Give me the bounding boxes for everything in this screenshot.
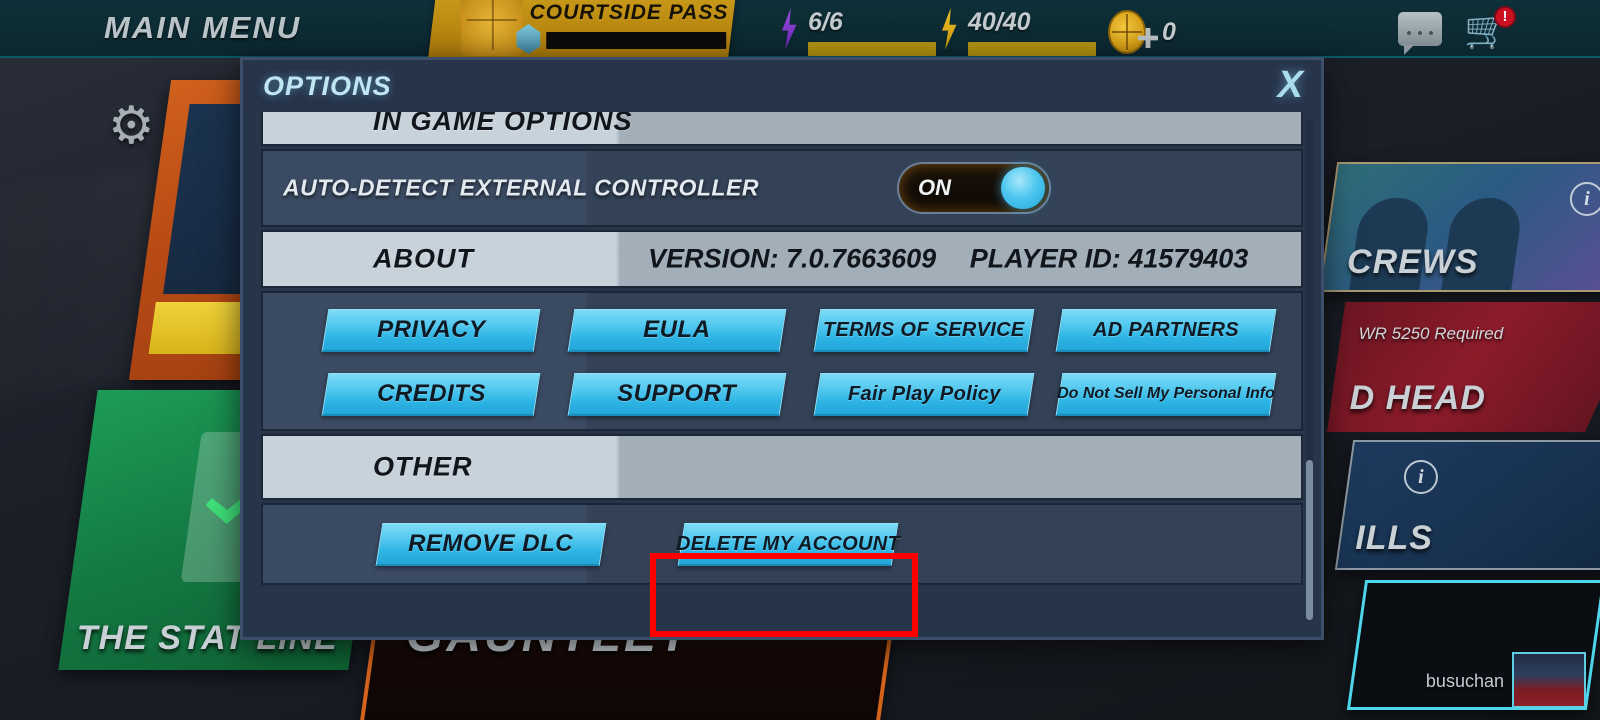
version-label: VERSION: 7.0.7663609 <box>648 243 937 274</box>
link-button-ad-partners[interactable]: AD PARTNERS <box>1055 309 1277 352</box>
energy-purple-value: 6/6 <box>808 8 843 36</box>
background-card-crews[interactable]: CREWS i <box>1318 162 1600 292</box>
courtside-pass-progress <box>546 32 727 49</box>
page-title: MAIN MENU <box>104 10 302 45</box>
options-dialog: OPTIONS X IN GAME OPTIONS AUTO-DETECT EX… <box>240 57 1324 640</box>
bolt-purple-icon <box>781 8 797 50</box>
player-id-label: PLAYER ID: 41579403 <box>969 243 1249 274</box>
courtside-pass-banner[interactable]: COURTSIDE PASS <box>428 0 736 58</box>
energy-gold-bar <box>968 42 1096 56</box>
card-label-crews: CREWS <box>1347 243 1479 281</box>
section-header-about: ABOUT VERSION: 7.0.7663609 PLAYER ID: 41… <box>261 230 1303 288</box>
energy-gold-meter[interactable]: 40/40 <box>938 8 1096 56</box>
action-button-remove-dlc[interactable]: REMOVE DLC <box>375 523 607 566</box>
card-label-head: D HEAD <box>1349 379 1486 417</box>
energy-purple-bar <box>808 42 936 56</box>
coin-icon <box>1108 10 1146 54</box>
link-button-terms-of-service[interactable]: TERMS OF SERVICE <box>813 309 1035 352</box>
setting-row-auto-detect-controller: AUTO-DETECT EXTERNAL CONTROLLER ON <box>261 149 1303 227</box>
toggle-auto-detect-controller[interactable]: ON <box>897 162 1051 214</box>
chat-dots-icon <box>1406 31 1434 35</box>
button-label: SUPPORT <box>617 380 737 407</box>
button-label: EULA <box>643 316 711 343</box>
legal-links-panel: PRIVACY EULA TERMS OF SERVICE AD PARTNERS CR… <box>261 291 1303 431</box>
section-header-in-game-options: IN GAME OPTIONS <box>261 112 1303 146</box>
close-icon[interactable]: X <box>1278 64 1303 107</box>
info-icon-skills[interactable]: i <box>1403 460 1438 494</box>
scrollbar-thumb[interactable] <box>1306 460 1313 620</box>
coin-value: 0 <box>1162 17 1176 46</box>
dialog-body: IN GAME OPTIONS AUTO-DETECT EXTERNAL CON… <box>261 112 1303 634</box>
background-card-head[interactable]: WR 5250 Required D HEAD <box>1327 302 1600 432</box>
button-label: TERMS OF SERVICE <box>823 318 1025 341</box>
section-label-in-game-options: IN GAME OPTIONS <box>373 112 633 136</box>
section-label-about: ABOUT <box>373 243 474 274</box>
gear-icon[interactable]: ⚙ <box>108 100 160 152</box>
link-button-privacy[interactable]: PRIVACY <box>321 309 541 352</box>
player-name: busuchan <box>1425 671 1504 691</box>
button-label: REMOVE DLC <box>408 530 574 557</box>
button-label: DELETE MY ACCOUNT <box>676 532 901 555</box>
link-button-fair-play-policy[interactable]: Fair Play Policy <box>813 373 1035 416</box>
section-label-other: OTHER <box>373 451 473 482</box>
setting-label-auto-detect-controller: AUTO-DETECT EXTERNAL CONTROLLER <box>283 174 759 201</box>
card-label-skills: ILLS <box>1355 519 1433 557</box>
other-actions-panel: REMOVE DLC DELETE MY ACCOUNT <box>261 503 1303 585</box>
button-label: Do Not Sell My Personal Info <box>1057 385 1275 402</box>
basketball-icon <box>460 0 523 56</box>
button-label: AD PARTNERS <box>1093 318 1240 341</box>
top-status-bar: MAIN MENU COURTSIDE PASS 6/6 40/40 0 🛒 ! <box>0 0 1600 58</box>
courtside-pass-label: COURTSIDE PASS <box>529 1 729 24</box>
button-label: CREDITS <box>376 380 486 407</box>
button-label: PRIVACY <box>376 316 486 343</box>
info-icon-crews[interactable]: i <box>1569 182 1600 216</box>
button-label: Fair Play Policy <box>847 382 1001 405</box>
background-card-skills[interactable]: ILLS i <box>1334 440 1600 570</box>
about-values: VERSION: 7.0.7663609 PLAYER ID: 41579403 <box>648 244 1274 275</box>
bolt-gold-icon <box>941 8 957 50</box>
link-button-eula[interactable]: EULA <box>567 309 787 352</box>
chat-bubble-icon[interactable] <box>1398 12 1442 55</box>
card-requirement-label: WR 5250 Required <box>1358 324 1504 343</box>
link-button-support[interactable]: SUPPORT <box>567 373 787 416</box>
energy-gold-value: 40/40 <box>968 8 1031 36</box>
dialog-header: OPTIONS X <box>243 60 1321 112</box>
cart-alert-badge: ! <box>1494 6 1516 28</box>
section-header-other: OTHER <box>261 434 1303 500</box>
energy-purple-meter[interactable]: 6/6 <box>778 8 936 56</box>
link-button-do-not-sell-my-personal-info[interactable]: Do Not Sell My Personal Info <box>1055 373 1277 416</box>
coin-counter[interactable]: 0 <box>1108 10 1176 54</box>
toggle-knob <box>1001 167 1045 209</box>
dialog-title: OPTIONS <box>263 71 392 101</box>
action-button-delete-my-account[interactable]: DELETE MY ACCOUNT <box>676 523 901 566</box>
link-button-credits[interactable]: CREDITS <box>321 373 541 416</box>
screen-root: ⚙ THE STAT LINE GAUNTLET CREWS i ! WR 52… <box>0 0 1600 720</box>
avatar[interactable] <box>1512 652 1586 708</box>
toggle-state-label: ON <box>918 175 951 200</box>
